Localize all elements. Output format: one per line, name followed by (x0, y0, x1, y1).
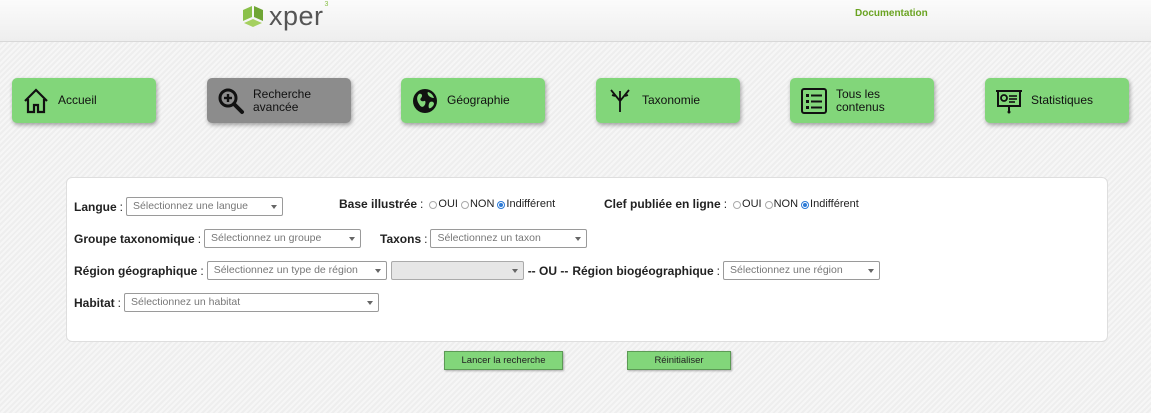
logo-text: xper (269, 0, 324, 31)
colon: : (119, 199, 124, 214)
nav-label: Géographie (447, 93, 510, 107)
search-button[interactable]: Lancer la recherche (444, 351, 563, 370)
chevron-down-icon (575, 237, 582, 241)
clef-publiee-row: Clef publiée en ligne : OUI NON Indiffér… (604, 197, 859, 211)
taxons-select[interactable]: Sélectionnez un taxon (430, 229, 588, 248)
radio-label: NON (469, 198, 495, 210)
clef-publiee-indifferent-radio[interactable] (801, 201, 810, 209)
radio-label: OUI (438, 198, 458, 210)
clef-publiee-radios: OUI NON Indifférent (730, 198, 859, 210)
habitat-placeholder: Sélectionnez un habitat (131, 296, 241, 308)
colon: : (197, 231, 202, 246)
nav-label: Recherche avancée (253, 86, 312, 114)
nav-statistiques[interactable]: Statistiques (985, 78, 1129, 123)
colon: : (716, 263, 721, 278)
chevron-down-icon (349, 237, 356, 241)
colon: : (723, 197, 728, 211)
clef-publiee-non-radio[interactable] (764, 201, 773, 209)
chevron-down-icon (271, 205, 278, 209)
reset-button[interactable]: Réinitialiser (627, 351, 731, 370)
home-icon (24, 88, 48, 114)
nav-accueil[interactable]: Accueil (12, 78, 156, 123)
presentation-chart-icon (996, 90, 1022, 114)
langue-placeholder: Sélectionnez une langue (133, 200, 249, 212)
taxonomy-tree-icon (610, 89, 630, 112)
clef-publiee-label: Clef publiée en ligne (604, 197, 721, 211)
groupe-row: Groupe taxonomique : Sélectionnez un gro… (74, 229, 362, 248)
base-illustree-non-radio[interactable] (460, 201, 469, 209)
habitat-label: Habitat (74, 295, 115, 310)
top-header: xper 3 Documentation (0, 0, 1151, 42)
nav-taxonomie[interactable]: Taxonomie (596, 78, 740, 123)
nav-label: Taxonomie (642, 93, 701, 107)
taxons-placeholder: Sélectionnez un taxon (437, 232, 541, 244)
chevron-down-icon (511, 269, 518, 273)
colon: : (200, 263, 204, 278)
or-separator: -- OU -- (527, 263, 569, 278)
main-nav: Accueil Recherche avancée Géographie Tax… (0, 78, 1151, 124)
taxons-row: Taxons : Sélectionnez un taxon (380, 229, 588, 248)
taxons-label: Taxons (380, 231, 422, 246)
groupe-select[interactable]: Sélectionnez un groupe (204, 229, 362, 248)
xper-logo[interactable]: xper 3 (241, 1, 328, 31)
radio-label: NON (773, 198, 799, 210)
colon: : (117, 295, 122, 310)
region-bio-placeholder: Sélectionnez une région (730, 264, 843, 276)
base-illustree-radios: OUI NON Indifférent (426, 198, 555, 210)
radio-label: OUI (742, 198, 762, 210)
zoom-in-icon (218, 88, 244, 114)
langue-label: Langue (74, 199, 117, 214)
region-type-placeholder: Sélectionnez un type de région (213, 264, 358, 276)
region-row: Région géographique : Sélectionnez un ty… (74, 261, 881, 280)
region-bio-label: Région biogéographique (572, 263, 714, 278)
documentation-link[interactable]: Documentation (855, 8, 928, 19)
radio-label: Indifférent (506, 198, 556, 210)
nav-label: Statistiques (1031, 93, 1094, 107)
base-illustree-row: Base illustrée : OUI NON Indifférent (339, 197, 555, 211)
base-illustree-indifferent-radio[interactable] (497, 201, 506, 209)
chevron-down-icon (374, 269, 381, 273)
logo-superscript: 3 (324, 0, 329, 8)
nav-tous-les-contenus[interactable]: Tous les contenus (790, 78, 934, 123)
habitat-select[interactable]: Sélectionnez un habitat (124, 293, 380, 312)
langue-select[interactable]: Sélectionnez une langue (126, 197, 284, 216)
region-type-select[interactable]: Sélectionnez un type de région (206, 261, 387, 280)
region-geo-label: Région géographique (74, 263, 198, 278)
base-illustree-label: Base illustrée (339, 197, 418, 211)
base-illustree-oui-radio[interactable] (429, 201, 438, 209)
groupe-label: Groupe taxonomique (74, 231, 195, 246)
radio-label: Indifférent (810, 198, 859, 210)
region-value-select[interactable] (390, 261, 524, 280)
nav-geographie[interactable]: Géographie (401, 78, 545, 123)
clef-publiee-oui-radio[interactable] (733, 201, 742, 209)
langue-row: Langue : Sélectionnez une langue (74, 197, 284, 216)
habitat-row: Habitat : Sélectionnez un habitat (74, 293, 380, 312)
colon: : (424, 231, 428, 246)
nav-label: Accueil (58, 93, 97, 107)
chevron-down-icon (868, 269, 875, 273)
chevron-down-icon (367, 301, 374, 305)
xper-leaf-icon (243, 6, 263, 27)
groupe-placeholder: Sélectionnez un groupe (211, 232, 322, 244)
list-icon (801, 88, 827, 114)
region-bio-select[interactable]: Sélectionnez une région (723, 261, 881, 280)
globe-icon (413, 89, 437, 113)
colon: : (420, 197, 424, 211)
nav-label: Tous les contenus (836, 86, 885, 114)
nav-recherche-avancee[interactable]: Recherche avancée (207, 78, 351, 123)
